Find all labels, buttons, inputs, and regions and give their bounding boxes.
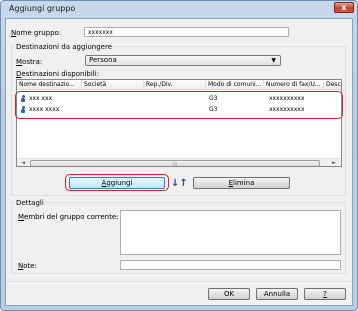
add-button[interactable]: Aggiungi: [69, 177, 165, 189]
cancel-button[interactable]: Annulla: [256, 288, 298, 300]
rows-highlight: [15, 91, 343, 119]
scroll-right-arrow-icon[interactable]: ►: [329, 160, 339, 166]
list-header: Nome destinazio... Società Rep./Div. Mod…: [17, 80, 341, 90]
close-icon: x: [341, 3, 347, 12]
horizontal-scrollbar[interactable]: ◄ ||| ►: [17, 158, 341, 166]
members-label: Membri del gruppo corrente:: [18, 213, 119, 221]
scroll-left-arrow-icon[interactable]: ◄: [18, 160, 28, 166]
column-header-company[interactable]: Società: [82, 80, 144, 90]
group-name-input[interactable]: xxxxxxx: [84, 27, 289, 37]
ok-button[interactable]: OK: [208, 288, 250, 300]
window-title: Aggiungi gruppo: [9, 4, 76, 13]
details-title: Dettagli: [15, 199, 45, 207]
scrollbar-thumb[interactable]: |||: [30, 160, 320, 166]
column-header-desc[interactable]: Desc: [324, 80, 341, 90]
column-header-name[interactable]: Nome destinazio...: [17, 80, 82, 90]
title-bar[interactable]: Aggiungi gruppo x: [1, 1, 357, 15]
chevron-down-icon: ▼: [271, 57, 276, 64]
dialog-client: Nome gruppo: xxxxxxx Destinazioni da agg…: [5, 18, 353, 306]
column-header-dept[interactable]: Rep./Div.: [144, 80, 206, 90]
help-button[interactable]: ?: [304, 288, 346, 300]
close-button[interactable]: x: [334, 2, 354, 13]
delete-button[interactable]: Elimina: [193, 177, 290, 189]
move-arrows-icon: ↓↑: [171, 178, 188, 189]
members-list[interactable]: [120, 210, 341, 255]
show-label: Mostra:: [16, 58, 43, 66]
group-name-label: Nome gruppo:: [11, 29, 62, 37]
destinations-title: Destinazioni da aggiungere: [15, 43, 114, 51]
show-combobox[interactable]: Persona ▼: [85, 55, 281, 66]
column-header-mode[interactable]: Modo di comuni...: [206, 80, 264, 90]
notes-input[interactable]: [120, 260, 341, 270]
column-header-number[interactable]: Numero di fax/U...: [264, 80, 324, 90]
available-label: Destinazioni disponibili:: [16, 70, 100, 78]
footer-divider: [6, 281, 352, 282]
notes-label: Note:: [18, 262, 37, 270]
